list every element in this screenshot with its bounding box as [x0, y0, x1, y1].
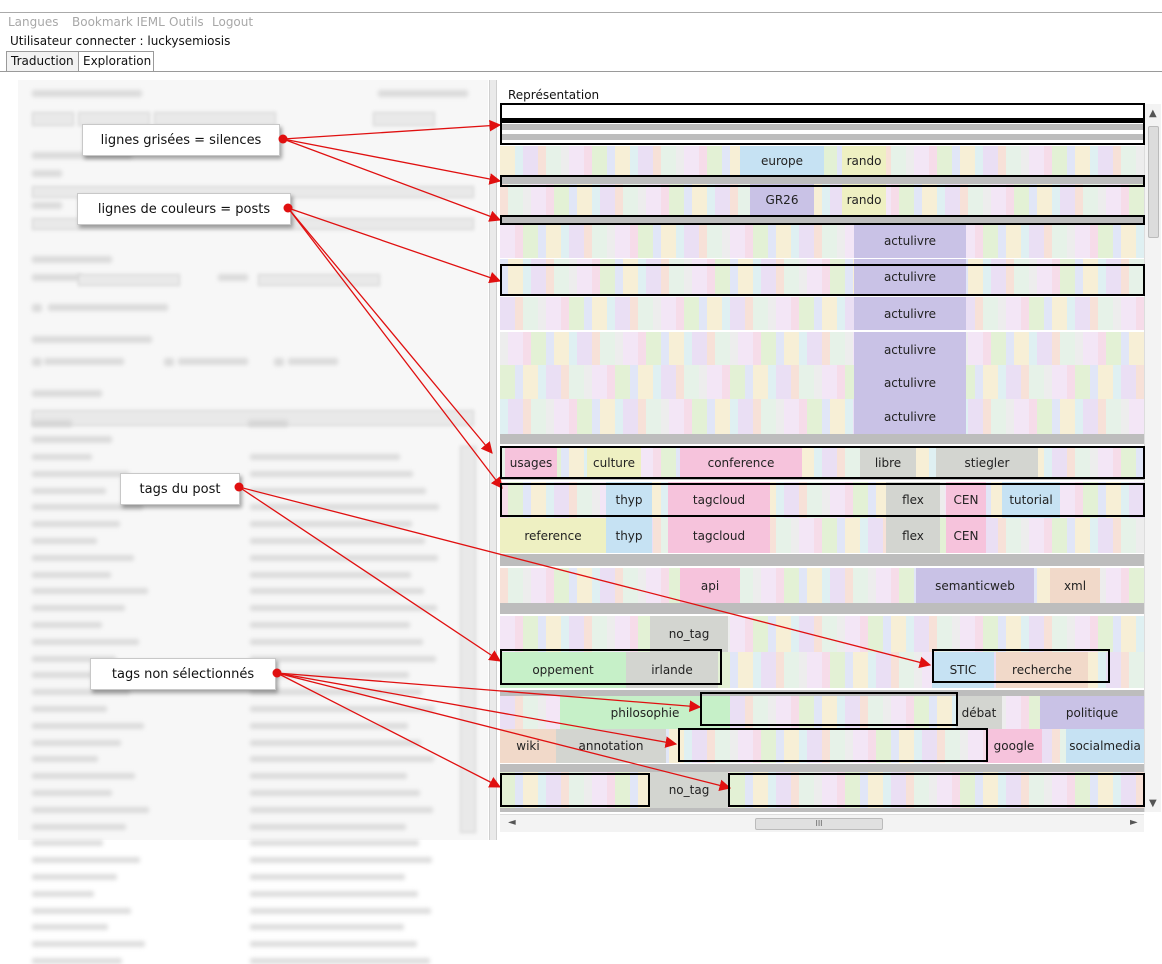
highlight-box [728, 773, 1145, 807]
annotation-arrow [276, 672, 502, 788]
blurred-list-name [32, 907, 131, 914]
highlight-box [500, 483, 1145, 517]
annotation-arrow [282, 138, 502, 222]
blurred-list-date [250, 924, 404, 931]
annotation-arrow [287, 207, 493, 454]
blurred-list-name [32, 874, 117, 880]
highlight-box [500, 215, 1145, 225]
blurred-list-name [32, 890, 94, 897]
highlight-box [700, 692, 958, 726]
highlight-box [500, 264, 1145, 296]
blurred-list-date [250, 941, 417, 948]
annotation-arrow [276, 672, 732, 792]
annotation-arrow [287, 207, 503, 489]
highlight-box [500, 103, 1145, 145]
highlight-box [500, 649, 722, 685]
highlight-box [500, 175, 1145, 187]
blurred-list-date [250, 907, 431, 914]
annotation-arrow [238, 486, 501, 662]
blurred-list-date [250, 890, 418, 897]
annotation-arrow [287, 207, 502, 284]
blurred-list-date [250, 857, 432, 864]
highlight-box [932, 649, 1110, 683]
blurred-list-name [32, 924, 108, 931]
blurred-list-name [32, 857, 140, 864]
annotation-arrow [282, 138, 502, 185]
blurred-list-date [250, 958, 430, 964]
blurred-list-name [32, 958, 122, 964]
annotation-arrow [282, 119, 502, 140]
highlight-box [500, 773, 650, 807]
blurred-list-date [250, 874, 405, 880]
highlight-box [678, 728, 988, 762]
highlight-box [500, 446, 1145, 479]
blurred-list-name [32, 941, 145, 948]
